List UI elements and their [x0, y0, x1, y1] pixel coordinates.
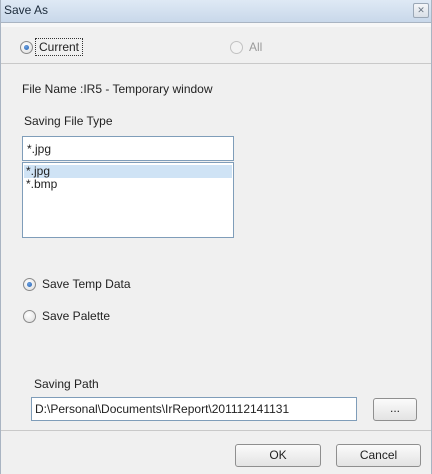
saving-path-value: D:\Personal\Documents\IrReport\201112141… — [35, 402, 290, 416]
saving-path-field[interactable]: D:\Personal\Documents\IrReport\201112141… — [31, 397, 357, 421]
cancel-button[interactable]: Cancel — [336, 444, 421, 467]
title-bar[interactable]: Save As ✕ — [1, 0, 431, 23]
dialog-title: Save As — [4, 3, 49, 17]
footer-divider — [1, 430, 431, 431]
current-radio[interactable] — [20, 41, 33, 54]
browse-button[interactable]: ... — [373, 398, 417, 421]
saving-path-label: Saving Path — [34, 377, 99, 391]
save-temp-data-radio[interactable] — [23, 278, 36, 291]
file-type-option-bmp[interactable]: *.bmp — [24, 178, 232, 191]
all-radio[interactable] — [230, 41, 243, 54]
save-as-dialog: Save As ✕ Current All File Name :IR5 - T… — [0, 0, 432, 474]
all-label: All — [249, 40, 263, 54]
current-label[interactable]: Current — [35, 38, 84, 56]
file-type-value: *.jpg — [27, 142, 52, 156]
save-palette-radio[interactable] — [23, 310, 36, 323]
save-palette-label[interactable]: Save Palette — [42, 309, 110, 323]
title-separator — [1, 23, 431, 27]
file-type-label: Saving File Type — [24, 114, 113, 128]
file-name-text: File Name :IR5 - Temporary window — [22, 82, 213, 96]
close-icon[interactable]: ✕ — [413, 3, 429, 18]
file-type-list[interactable]: *.jpg *.bmp — [22, 162, 234, 238]
file-type-field[interactable]: *.jpg — [22, 136, 234, 161]
section-divider — [1, 63, 431, 64]
ok-button[interactable]: OK — [235, 444, 321, 467]
save-temp-data-label[interactable]: Save Temp Data — [42, 277, 131, 291]
